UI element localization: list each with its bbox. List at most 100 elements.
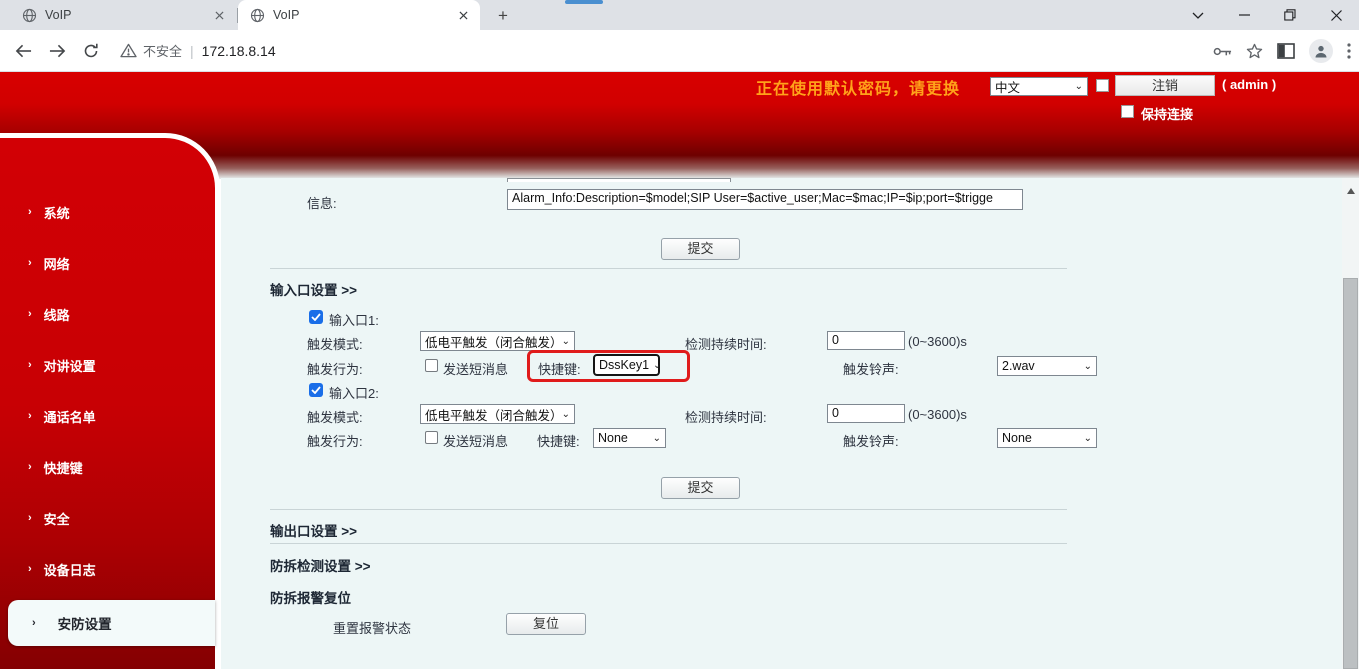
toolbar-right-icons	[1213, 30, 1351, 72]
submit-button[interactable]: 提交	[661, 238, 740, 260]
sidebar-item-device-log[interactable]: ›设备日志	[0, 557, 215, 581]
not-secure-warning-icon	[120, 43, 137, 58]
browser-toolbar: 不安全 | 172.18.8.14	[0, 30, 1359, 72]
input1-enable-label: 输入口1:	[329, 310, 379, 329]
sidebar-item-label: 系统	[44, 203, 70, 222]
detect-duration-label: 检测持续时间:	[685, 407, 767, 426]
refresh-icon[interactable]	[80, 40, 102, 62]
detect-duration-range: (0~3600)s	[908, 407, 967, 422]
window-chevron-icon[interactable]	[1175, 0, 1221, 30]
trigger-mode-label: 触发模式:	[307, 334, 363, 353]
profile-avatar[interactable]	[1309, 39, 1333, 63]
side-panel-icon[interactable]	[1277, 43, 1295, 59]
sidebar-item-intercom-settings[interactable]: › 对讲设置	[0, 353, 215, 377]
hotkey-select[interactable]: DssKey1⌄	[593, 354, 660, 376]
security-label: 不安全	[143, 41, 182, 60]
reset-button[interactable]: 复位	[506, 613, 586, 635]
close-window-icon[interactable]	[1313, 0, 1359, 30]
trigger-mode-select[interactable]: 低电平触发（闭合触发） ⌄	[420, 331, 575, 351]
back-icon[interactable]	[12, 40, 34, 62]
url-text[interactable]: 172.18.8.14	[202, 43, 276, 59]
chevron-right-icon: ›	[28, 359, 32, 371]
bookmark-star-icon[interactable]	[1246, 43, 1263, 59]
divider	[270, 543, 1067, 544]
main-content: 信息: Alarm_Info:Description=$model;SIP Us…	[221, 178, 1342, 669]
tab-voip-1[interactable]: VoIP	[10, 0, 236, 30]
chevron-right-icon: ›	[28, 410, 32, 422]
keep-connected-label: 保持连接	[1141, 104, 1193, 123]
trigger-mode-value: 低电平触发（闭合触发）	[425, 332, 558, 351]
sidebar-item-label: 线路	[44, 305, 70, 324]
trigger-ring-select[interactable]: None⌄	[997, 428, 1097, 448]
sidebar-item-system[interactable]: › 系统	[0, 200, 215, 224]
sidebar-item-security[interactable]: › 安全	[0, 506, 215, 530]
tab-voip-2[interactable]: VoIP	[238, 0, 480, 30]
forward-icon[interactable]	[46, 40, 68, 62]
chevron-right-icon: ›	[32, 617, 36, 629]
chevron-right-icon: ›	[28, 512, 32, 524]
restore-icon[interactable]	[1267, 0, 1313, 30]
language-select[interactable]: 中文⌄	[990, 77, 1088, 96]
info-input[interactable]: Alarm_Info:Description=$model;SIP User=$…	[507, 189, 1023, 210]
info-label: 信息:	[307, 193, 337, 212]
tamper-detect-section-title[interactable]: 防拆检测设置 >>	[270, 555, 371, 575]
tab-close-icon[interactable]	[211, 7, 228, 24]
sidebar-item-label: 安全	[44, 509, 70, 528]
scrollbar-thumb[interactable]	[1343, 278, 1358, 669]
chevron-down-icon: ⌄	[1084, 361, 1092, 372]
detect-duration-range: (0~3600)s	[908, 334, 967, 349]
chevron-down-icon: ⌄	[653, 433, 661, 444]
input2-enable-label: 输入口2:	[329, 383, 379, 402]
sidebar-item-call-list[interactable]: › 通话名单	[0, 404, 215, 428]
sidebar-item-line[interactable]: › 线路	[0, 302, 215, 326]
divider	[270, 268, 1067, 269]
chevron-right-icon: ›	[28, 461, 32, 473]
tamper-alarm-reset-title: 防拆报警复位	[270, 587, 351, 607]
default-password-warning: 正在使用默认密码，请更换	[756, 75, 960, 99]
address-separator: |	[190, 43, 194, 59]
hotkey-select[interactable]: None ⌄	[593, 428, 666, 448]
trigger-ring-value: None	[1002, 431, 1032, 445]
submit-button[interactable]: 提交	[661, 477, 740, 499]
trigger-mode-select[interactable]: 低电平触发（闭合触发）⌄	[420, 404, 575, 424]
sidebar-item-network[interactable]: ›网络	[0, 251, 215, 275]
trigger-ring-value: 2.wav	[1002, 359, 1035, 373]
hotkey-value: None	[598, 431, 628, 445]
minimize-icon[interactable]	[1221, 0, 1267, 30]
chevron-down-icon: ⌄	[562, 409, 570, 420]
key-icon[interactable]	[1213, 45, 1232, 58]
globe-icon	[250, 8, 265, 23]
new-tab-button[interactable]: +	[492, 5, 514, 27]
sidebar-item-label: 通话名单	[44, 407, 96, 426]
header-checkbox[interactable]	[1096, 79, 1109, 92]
sidebar-item-label: 对讲设置	[44, 356, 96, 375]
sidebar-item-label: 设备日志	[44, 560, 96, 579]
send-sms-checkbox[interactable]	[425, 431, 438, 444]
tab-close-icon[interactable]	[455, 7, 472, 24]
tab-loading-indicator	[565, 0, 603, 4]
trigger-ring-select[interactable]: 2.wav ⌄	[997, 356, 1097, 376]
logout-button[interactable]: 注销	[1115, 75, 1215, 96]
check-icon	[311, 386, 321, 394]
detect-duration-input[interactable]: 0	[827, 404, 905, 423]
address-bar[interactable]: 不安全 | 172.18.8.14	[120, 41, 276, 60]
sidebar-item-security-settings-active[interactable]: ›安防设置	[8, 600, 215, 646]
sidebar-item-function-key[interactable]: ›快捷键	[0, 455, 215, 479]
send-sms-checkbox[interactable]	[425, 359, 438, 372]
chevron-right-icon: ›	[28, 206, 32, 218]
chevron-right-icon: ›	[28, 308, 32, 320]
tab-title: VoIP	[273, 8, 455, 22]
chevron-down-icon: ⌄	[562, 336, 570, 347]
menu-dots-icon[interactable]	[1347, 43, 1351, 59]
scroll-up-icon[interactable]	[1342, 188, 1359, 194]
chevron-down-icon: ⌄	[653, 360, 661, 371]
trigger-ring-label: 触发铃声:	[843, 359, 899, 378]
input2-enable-checkbox[interactable]	[309, 383, 323, 397]
output-port-section-title[interactable]: 输出口设置 >>	[270, 520, 357, 540]
detect-duration-input[interactable]: 0	[827, 331, 905, 350]
content-scrollbar[interactable]	[1342, 178, 1359, 669]
trigger-mode-label: 触发模式:	[307, 407, 363, 426]
keep-connected-checkbox[interactable]	[1121, 105, 1134, 118]
admin-label: ( admin )	[1222, 77, 1276, 92]
input1-enable-checkbox[interactable]	[309, 310, 323, 324]
